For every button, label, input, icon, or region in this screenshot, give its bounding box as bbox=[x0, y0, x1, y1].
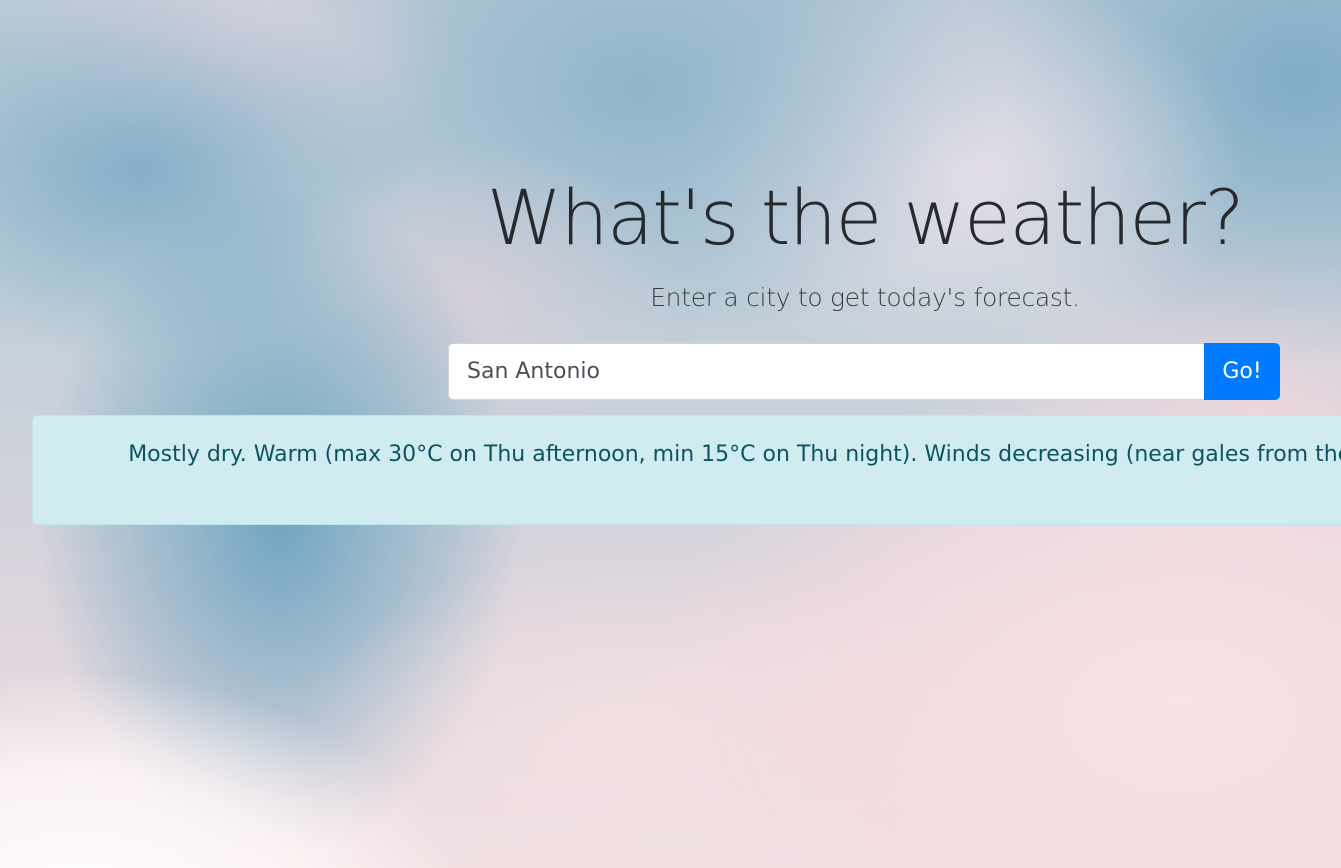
weather-app: What's the weather? Enter a city to get … bbox=[0, 0, 1341, 868]
city-search-form: Go! bbox=[448, 343, 1280, 400]
go-button[interactable]: Go! bbox=[1204, 343, 1280, 400]
city-input[interactable] bbox=[448, 343, 1204, 400]
page-subtitle: Enter a city to get today's forecast. bbox=[650, 283, 1080, 312]
forecast-text: Mostly dry. Warm (max 30°C on Thu aftern… bbox=[128, 442, 1341, 467]
forecast-alert: Mostly dry. Warm (max 30°C on Thu aftern… bbox=[32, 415, 1341, 525]
page-title: What's the weather? bbox=[486, 173, 1245, 262]
